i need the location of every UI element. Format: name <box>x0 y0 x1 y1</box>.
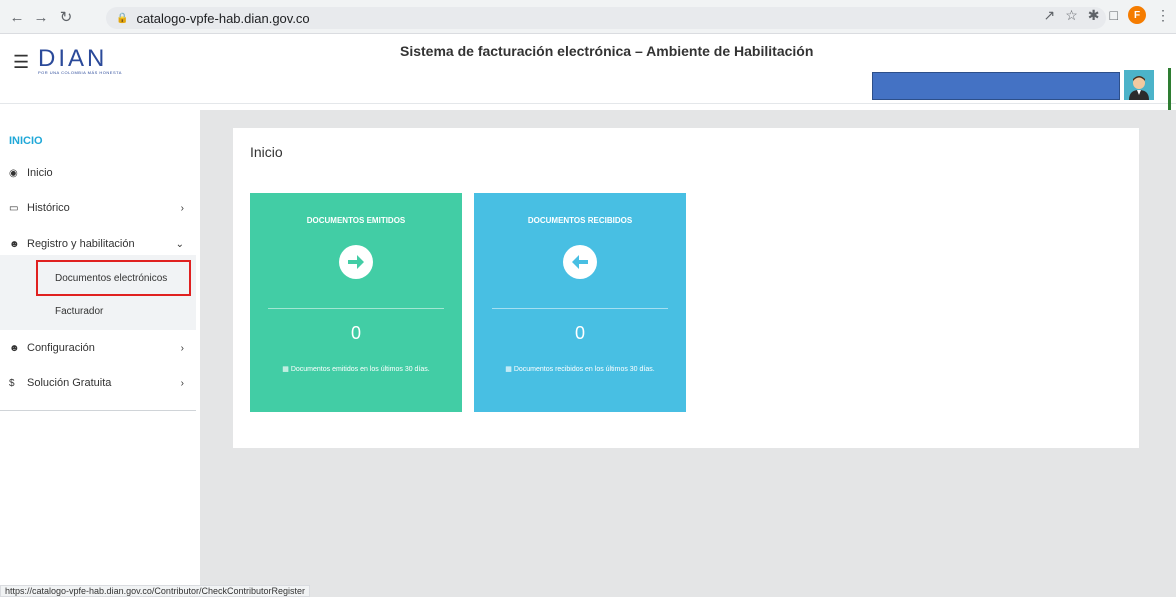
tile-description: ▦ Documentos emitidos en los últimos 30 … <box>268 363 444 376</box>
tile-documentos-emitidos[interactable]: DOCUMENTOS EMITIDOS 0 ▦ Documentos emiti… <box>250 193 462 412</box>
users-icon: ☻ <box>9 342 20 354</box>
sidebar-divider <box>0 410 196 411</box>
sidebar-item-inicio[interactable]: ◉ Inicio <box>9 162 197 184</box>
browser-toolbar: ← → ↻ 🔒 catalogo-vpfe-hab.dian.gov.co ↗ … <box>0 0 1176 34</box>
sidebar-item-label: Configuración <box>27 342 95 354</box>
dian-logo[interactable]: DIAN POR UNA COLOMBIA MÁS HONESTA <box>38 45 122 76</box>
sidebar-item-solucion[interactable]: $ Solución Gratuita › <box>9 372 197 394</box>
chevron-right-icon: › <box>180 202 184 214</box>
tile-divider <box>268 308 444 309</box>
chevron-down-icon: ⌄ <box>175 238 184 250</box>
content-card: Inicio DOCUMENTOS EMITIDOS 0 ▦ Documento… <box>233 128 1139 448</box>
sidebar-subitem-facturador[interactable]: Facturador <box>55 306 103 317</box>
star-icon[interactable]: ☆ <box>1065 7 1078 24</box>
sidebar-item-label: Inicio <box>27 167 53 179</box>
logo-text: DIAN <box>38 45 108 72</box>
user-avatar[interactable] <box>1124 70 1154 100</box>
logo-tagline: POR UNA COLOMBIA MÁS HONESTA <box>38 70 122 75</box>
address-bar[interactable]: 🔒 catalogo-vpfe-hab.dian.gov.co <box>106 7 1106 29</box>
forward-icon[interactable]: → <box>30 6 52 28</box>
arrow-right-icon <box>339 245 373 279</box>
tile-documentos-recibidos[interactable]: DOCUMENTOS RECIBIDOS 0 ▦ Documentos reci… <box>474 193 686 412</box>
url-text: catalogo-vpfe-hab.dian.gov.co <box>136 10 310 26</box>
sidebar-section-title: INICIO <box>9 135 43 147</box>
tile-title: DOCUMENTOS RECIBIDOS <box>527 216 633 225</box>
hamburger-icon[interactable]: ☰ <box>13 52 29 73</box>
sidepanel-icon[interactable]: □ <box>1110 7 1118 23</box>
content-title: Inicio <box>250 144 283 160</box>
tile-count: 0 <box>574 323 585 343</box>
page-title: Sistema de facturación electrónica – Amb… <box>400 43 814 59</box>
extensions-icon[interactable]: ✱ <box>1088 7 1100 24</box>
tile-description-text: Documentos recibidos en los últimos 30 d… <box>513 366 655 373</box>
sidebar: INICIO ◉ Inicio ▭ Histórico › ☻ Registro… <box>0 110 200 597</box>
main-area: Inicio DOCUMENTOS EMITIDOS 0 ▦ Documento… <box>200 110 1176 597</box>
tile-description-text: Documentos emitidos en los últimos 30 dí… <box>290 366 430 373</box>
tile-count: 0 <box>350 323 361 343</box>
arrow-left-icon <box>563 245 597 279</box>
back-icon[interactable]: ← <box>6 6 28 28</box>
lock-icon: 🔒 <box>116 12 129 24</box>
tile-description: ▦ Documentos recibidos en los últimos 30… <box>492 363 668 376</box>
app-header: ☰ DIAN POR UNA COLOMBIA MÁS HONESTA Sist… <box>0 34 1176 138</box>
dollar-icon: $ <box>9 377 15 389</box>
status-bar-url: https://catalogo-vpfe-hab.dian.gov.co/Co… <box>0 585 310 597</box>
chevron-right-icon: › <box>180 377 184 389</box>
reload-icon[interactable]: ↻ <box>55 6 77 28</box>
sidebar-item-label: Histórico <box>27 202 70 214</box>
tile-divider <box>492 308 668 309</box>
tile-title: DOCUMENTOS EMITIDOS <box>306 216 406 225</box>
inbox-icon: ▭ <box>9 202 19 214</box>
users-icon: ☻ <box>9 238 20 250</box>
profile-avatar[interactable]: F <box>1128 6 1146 24</box>
sidebar-item-label: Solución Gratuita <box>27 377 112 389</box>
chevron-right-icon: › <box>180 342 184 354</box>
calendar-icon: ▦ <box>282 366 291 373</box>
menu-icon[interactable]: ⋮ <box>1156 7 1170 24</box>
highlight-box <box>36 260 191 296</box>
sidebar-item-registro[interactable]: ☻ Registro y habilitación ⌄ <box>9 233 197 255</box>
calendar-icon: ▦ <box>505 366 514 373</box>
share-icon[interactable]: ↗ <box>1044 7 1056 24</box>
sidebar-item-configuracion[interactable]: ☻ Configuración › <box>9 337 197 359</box>
user-name-box[interactable] <box>872 72 1120 100</box>
sidebar-item-label: Registro y habilitación <box>27 238 135 250</box>
sidebar-item-historico[interactable]: ▭ Histórico › <box>9 197 197 219</box>
dashboard-icon: ◉ <box>9 167 18 179</box>
